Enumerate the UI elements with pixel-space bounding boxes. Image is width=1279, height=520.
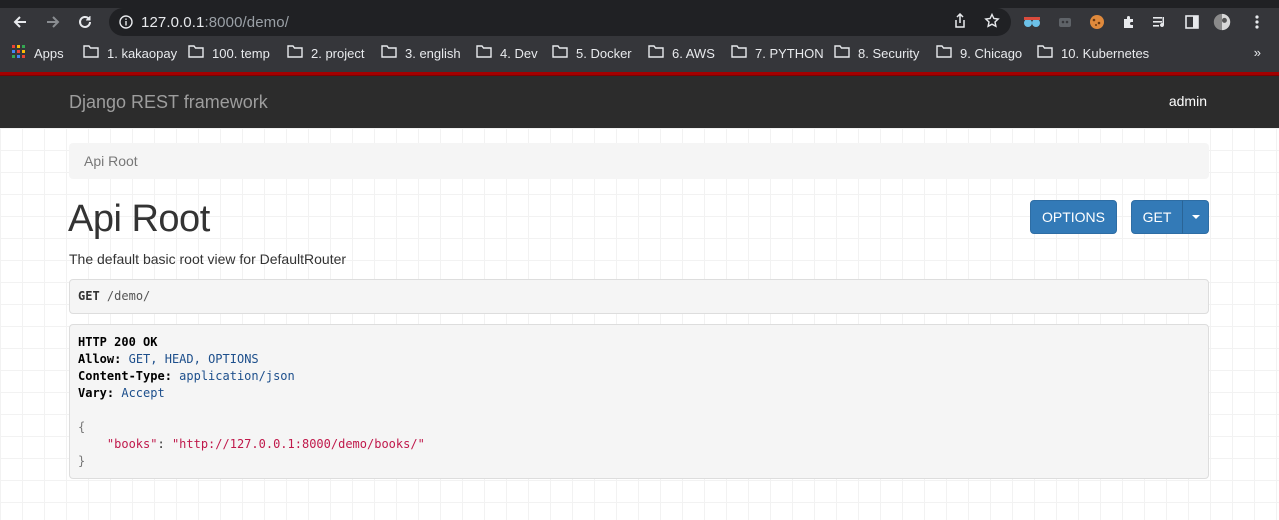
url-text[interactable]: 127.0.0.1:8000/demo/ [141, 14, 289, 31]
json-separator: : [157, 437, 172, 451]
brand-link[interactable]: Django REST framework [69, 92, 268, 113]
apps-grid-icon [12, 45, 26, 62]
bookmark-label: Apps [34, 46, 64, 61]
browser-toolbar: 127.0.0.1:8000/demo/ [0, 8, 1279, 36]
extensions-puzzle-icon[interactable] [1120, 13, 1138, 31]
bookmark-folder[interactable]: 9. Chicago [936, 45, 1022, 61]
bookmark-folder[interactable]: 6. AWS [648, 45, 715, 61]
folder-icon [834, 45, 850, 61]
profile-avatar-icon[interactable] [1213, 13, 1231, 31]
media-control-icon[interactable] [1151, 13, 1169, 31]
options-button[interactable]: OPTIONS [1030, 200, 1117, 234]
folder-icon [287, 45, 303, 61]
forward-icon[interactable] [42, 11, 64, 33]
header-value: Accept [121, 386, 165, 400]
bookmark-folder[interactable]: 5. Docker [552, 45, 632, 61]
request-info: GET /demo/ [69, 279, 1209, 314]
share-icon[interactable] [952, 12, 968, 34]
bookmarks-overflow-icon[interactable]: » [1254, 45, 1261, 60]
bookmark-folder[interactable]: 4. Dev [476, 45, 538, 61]
header-name: Content-Type: [78, 369, 172, 383]
json-link-value[interactable]: "http://127.0.0.1:8000/demo/books/" [172, 437, 425, 451]
header-name: Allow: [78, 352, 122, 366]
view-description: The default basic root view for DefaultR… [69, 251, 347, 267]
browser-tabstrip [0, 0, 1279, 8]
bookmark-folder[interactable]: 8. Security [834, 45, 919, 61]
json-key: "books" [106, 437, 158, 451]
caret-down-icon [1191, 215, 1200, 219]
bookmark-label: 1. kakaopay [107, 45, 178, 61]
side-panel-icon[interactable] [1183, 13, 1201, 31]
back-icon[interactable] [9, 11, 31, 33]
bookmark-label: 3. english [405, 45, 461, 61]
folder-icon [552, 45, 568, 61]
folder-icon [476, 45, 492, 61]
bookmark-label: 4. Dev [500, 45, 538, 61]
bookmark-apps[interactable]: Apps [12, 45, 64, 62]
main-content: Api Root Api Root OPTIONS GET The defaul… [0, 128, 1279, 520]
bookmarks-bar: Apps 1. kakaopay 100. temp 2. project 3.… [0, 36, 1279, 72]
response-status: HTTP 200 OK [78, 335, 158, 349]
bookmark-folder[interactable]: 1. kakaopay [83, 45, 177, 61]
folder-icon [381, 45, 397, 61]
folder-icon [83, 45, 99, 61]
extension-cookie-icon[interactable] [1088, 13, 1106, 31]
bookmark-label: 100. temp [212, 45, 270, 61]
bookmark-folder[interactable]: 2. project [287, 45, 364, 61]
info-icon[interactable] [119, 15, 133, 34]
bookmark-label: 6. AWS [672, 45, 715, 61]
bookmark-label: 5. Docker [576, 45, 632, 61]
bookmark-folder[interactable]: 10. Kubernetes [1037, 45, 1149, 61]
bookmark-folder[interactable]: 3. english [381, 45, 461, 61]
header-name: Vary: [78, 386, 115, 400]
bookmark-folder[interactable]: 7. PYTHON [731, 45, 824, 61]
header-value: application/json [179, 369, 295, 383]
bookmark-label: 7. PYTHON [755, 45, 824, 61]
extension-robot-icon[interactable] [1056, 13, 1074, 31]
header-value: GET, HEAD, OPTIONS [128, 352, 259, 366]
breadcrumb-item[interactable]: Api Root [84, 153, 138, 169]
folder-icon [1037, 45, 1053, 61]
folder-icon [936, 45, 952, 61]
folder-icon [648, 45, 664, 61]
format-dropdown-button[interactable] [1182, 200, 1209, 234]
request-path: /demo/ [106, 289, 151, 303]
response-info: HTTP 200 OK Allow: GET, HEAD, OPTIONS Co… [69, 324, 1209, 479]
get-button[interactable]: GET [1131, 200, 1183, 234]
address-bar[interactable]: 127.0.0.1:8000/demo/ [109, 8, 1011, 36]
user-menu[interactable]: admin [1169, 93, 1207, 109]
bookmark-label: 10. Kubernetes [1061, 45, 1150, 61]
json-close-brace: } [78, 454, 86, 468]
extension-glasses-icon[interactable] [1023, 13, 1041, 31]
bookmark-label: 2. project [311, 45, 365, 61]
breadcrumb: Api Root [69, 143, 1209, 179]
bookmark-folder[interactable]: 100. temp [188, 45, 270, 61]
json-open-brace: { [78, 420, 86, 434]
reload-icon[interactable] [74, 11, 96, 33]
request-method: GET [78, 289, 100, 303]
bookmark-label: 9. Chicago [960, 45, 1023, 61]
folder-icon [731, 45, 747, 61]
browser-menu-icon[interactable] [1248, 13, 1266, 31]
bookmark-label: 8. Security [858, 45, 920, 61]
bookmark-star-icon[interactable] [984, 12, 1000, 34]
folder-icon [188, 45, 204, 61]
page-title: Api Root [68, 198, 210, 240]
navbar: Django REST framework admin [0, 76, 1279, 128]
